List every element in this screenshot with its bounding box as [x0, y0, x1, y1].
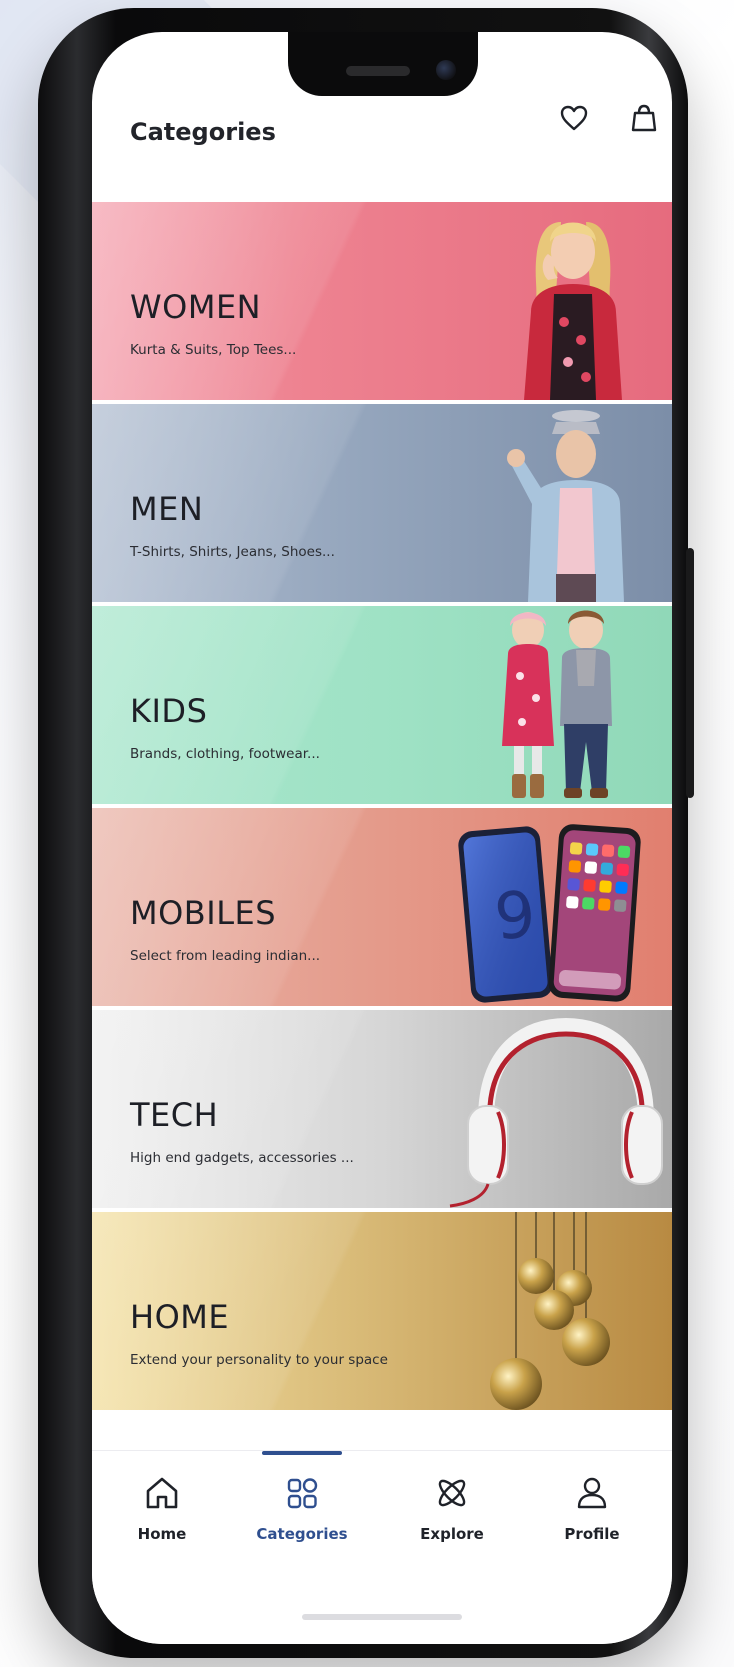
nav-label: Profile [564, 1525, 620, 1543]
nav-item-profile[interactable]: Profile [532, 1473, 652, 1543]
profile-icon [577, 1477, 607, 1509]
category-subtitle: Select from leading indian... [130, 948, 321, 964]
pendant-lamps-illustration [490, 1212, 610, 1410]
phone-screen: Categories WOMEN Kurta & Suits, Top Tees… [92, 32, 672, 1644]
category-banner-kids[interactable]: KIDS Brands, clothing, footwear... [92, 606, 672, 807]
category-title: KIDS [130, 692, 208, 730]
notch [288, 32, 478, 96]
shopping-bag-icon[interactable] [628, 102, 660, 134]
category-title: MEN [130, 490, 204, 528]
category-banner-men[interactable]: MEN T-Shirts, Shirts, Jeans, Shoes... [92, 404, 672, 605]
nav-item-home[interactable]: Home [102, 1473, 222, 1543]
category-subtitle: Kurta & Suits, Top Tees... [130, 342, 297, 358]
side-button [686, 548, 694, 798]
categories-icon [287, 1478, 318, 1509]
phone-frame: Categories WOMEN Kurta & Suits, Top Tees… [38, 8, 694, 1658]
smartphones-illustration: 9 [458, 824, 641, 1003]
explore-icon [438, 1479, 466, 1507]
page-title: Categories [130, 118, 276, 146]
category-subtitle: Brands, clothing, footwear... [130, 746, 320, 762]
category-banner-home[interactable]: HOME Extend your personality to your spa… [92, 1212, 672, 1413]
home-indicator [302, 1614, 462, 1620]
category-title: HOME [130, 1298, 230, 1336]
speaker [346, 66, 410, 76]
category-title: MOBILES [130, 894, 277, 932]
category-title: TECH [130, 1096, 219, 1134]
kids-models-illustration [502, 610, 612, 798]
nav-label: Home [137, 1525, 187, 1543]
category-subtitle: High end gadgets, accessories ... [130, 1150, 354, 1166]
active-tab-indicator [262, 1451, 342, 1455]
nav-label: Categories [256, 1525, 348, 1543]
svg-text:9: 9 [492, 878, 539, 955]
category-banner-women[interactable]: WOMEN Kurta & Suits, Top Tees... [92, 202, 672, 403]
nav-item-categories[interactable]: Categories [242, 1473, 362, 1543]
woman-model-illustration [524, 222, 622, 400]
category-banner-mobiles[interactable]: MOBILES Select from leading indian... 9 [92, 808, 672, 1009]
front-camera [436, 60, 456, 80]
home-icon [146, 1477, 178, 1509]
nav-label: Explore [420, 1525, 484, 1543]
man-model-illustration [507, 410, 624, 602]
category-banner-tech[interactable]: TECH High end gadgets, accessories ... [92, 1010, 672, 1211]
category-subtitle: Extend your personality to your space [130, 1352, 388, 1368]
category-title: WOMEN [130, 288, 262, 326]
category-subtitle: T-Shirts, Shirts, Jeans, Shoes... [130, 544, 335, 560]
heart-icon[interactable] [558, 102, 590, 134]
headphones-illustration [449, 1017, 663, 1208]
nav-item-explore[interactable]: Explore [392, 1473, 512, 1543]
